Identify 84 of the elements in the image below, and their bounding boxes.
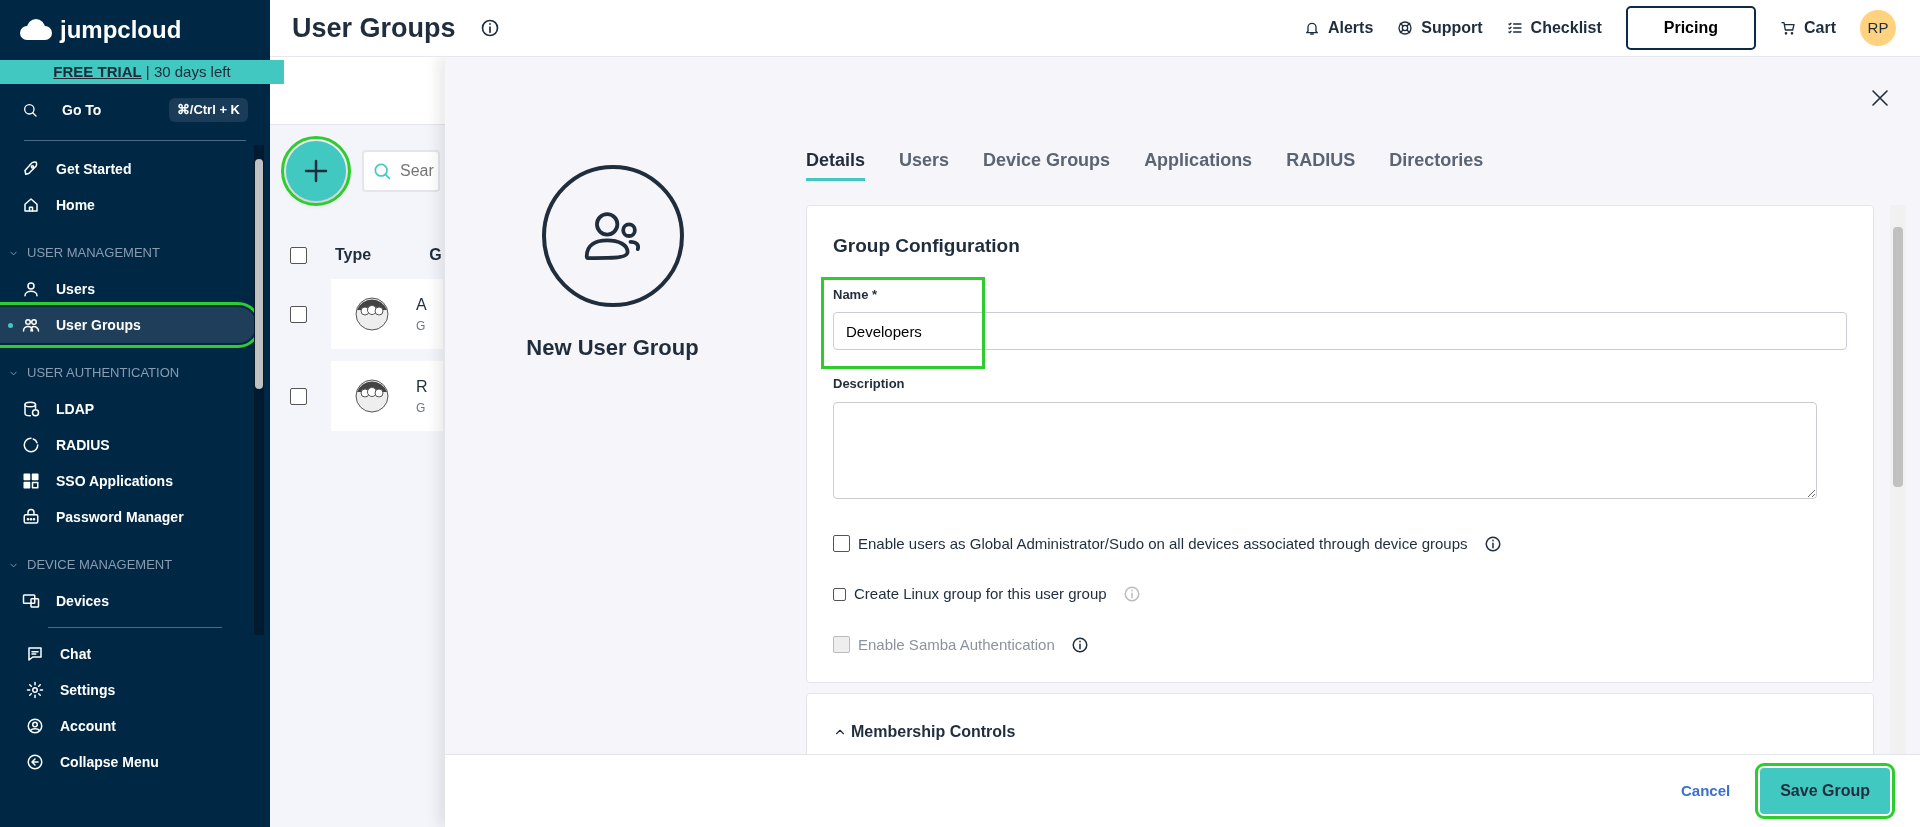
account-icon: [26, 717, 44, 735]
database-icon: [22, 400, 40, 418]
field-label: Description: [833, 375, 906, 393]
checkbox[interactable]: [290, 387, 307, 405]
section-header[interactable]: USER AUTHENTICATION: [0, 355, 270, 391]
row-title: A: [416, 295, 427, 315]
membership-card[interactable]: Membership Controls: [806, 693, 1874, 754]
column-header: Type: [335, 245, 372, 265]
header-link[interactable]: Checklist: [1506, 16, 1602, 40]
row-card[interactable]: A G: [331, 279, 443, 349]
shortcut-badge: ⌘/Ctrl + K: [168, 98, 248, 122]
field-label: Name *: [833, 285, 879, 304]
row-subtitle: G: [416, 318, 427, 335]
user-avatar[interactable]: RP: [1860, 10, 1896, 46]
tab[interactable]: RADIUS: [1286, 147, 1356, 181]
people-icon: [22, 316, 40, 334]
nav-item[interactable]: LDAP: [0, 391, 256, 427]
section-header[interactable]: USER MANAGEMENT: [0, 235, 270, 271]
active-dot: [8, 322, 13, 328]
cart-icon: [1780, 20, 1796, 36]
password-icon: [22, 508, 40, 526]
column-header: G: [429, 245, 442, 265]
search-icon: [372, 161, 392, 181]
pricing-button[interactable]: Pricing: [1625, 6, 1756, 50]
radius-icon: [22, 436, 40, 454]
option-label: Enable Samba Authentication: [858, 634, 1055, 655]
nav-item[interactable]: Home: [0, 187, 256, 223]
nav-item[interactable]: SSO Applications: [0, 463, 256, 499]
logo-text: jumpcloud: [60, 15, 182, 45]
go-to-button[interactable]: Go To ⌘/Ctrl + K: [0, 88, 270, 132]
search-icon: [22, 102, 38, 118]
nav-item[interactable]: Get Started: [0, 151, 256, 187]
search-field[interactable]: Sear: [362, 150, 440, 192]
grid-icon: [22, 472, 40, 490]
scrollbar[interactable]: [254, 145, 264, 635]
cancel-link[interactable]: Cancel: [1675, 778, 1737, 804]
nav-item[interactable]: Users: [0, 271, 256, 307]
group-avatar-icon: [355, 379, 389, 413]
tab[interactable]: Users: [899, 147, 950, 181]
person-icon: [22, 280, 40, 298]
devices-icon: [22, 592, 40, 610]
header-link[interactable]: Support: [1397, 16, 1483, 40]
trial-banner: FREE TRIAL | 30 days left: [0, 60, 284, 84]
footer-item[interactable]: Account: [0, 708, 256, 744]
drawer-title: New User Group: [526, 334, 699, 362]
nav-item[interactable]: Devices: [0, 583, 256, 619]
info-icon: [479, 18, 500, 38]
cloud-logo-icon: [18, 19, 52, 41]
info-icon: [1070, 635, 1089, 654]
footer-item[interactable]: Settings: [0, 672, 256, 708]
tab[interactable]: Applications: [1144, 147, 1253, 181]
footer-item[interactable]: Chat: [0, 636, 256, 672]
checkbox[interactable]: [833, 587, 846, 601]
section-title: Group Configuration: [833, 234, 1021, 258]
checkbox[interactable]: [833, 535, 850, 553]
info-icon: [1122, 585, 1141, 604]
tab[interactable]: Directories: [1389, 147, 1484, 181]
footer-item[interactable]: Collapse Menu: [0, 744, 256, 780]
checklist-icon: [1506, 20, 1523, 36]
home-icon: [22, 196, 40, 214]
name-field[interactable]: Developers: [833, 312, 1847, 350]
info-icon: [1483, 534, 1502, 553]
row-subtitle: G: [416, 400, 427, 417]
page-title: User Groups: [292, 11, 456, 45]
description-field[interactable]: [833, 401, 1817, 499]
scrollbar[interactable]: [1890, 205, 1906, 754]
section-header[interactable]: DEVICE MANAGEMENT: [0, 547, 270, 583]
row-title: R: [416, 377, 428, 397]
row-card[interactable]: R G: [331, 361, 443, 431]
header-link[interactable]: Alerts: [1303, 16, 1374, 40]
option-label: Enable users as Global Administrator/Sudo on all devices associated through device groups: [858, 533, 1468, 554]
bell-icon: [1303, 20, 1320, 36]
cart-link[interactable]: Cart: [1780, 16, 1836, 40]
checkbox[interactable]: [290, 305, 307, 323]
group-avatar-icon: [355, 297, 389, 331]
tab[interactable]: Device Groups: [983, 147, 1111, 181]
checkbox[interactable]: [290, 246, 307, 264]
nav-item[interactable]: Password Manager: [0, 499, 256, 535]
lifebuoy-icon: [1397, 20, 1414, 36]
option-label: Create Linux group for this user group: [854, 584, 1107, 604]
collapse-icon: [26, 753, 44, 771]
tab[interactable]: Details: [806, 147, 866, 181]
chat-icon: [26, 645, 44, 663]
nav-item[interactable]: RADIUS: [0, 427, 256, 463]
